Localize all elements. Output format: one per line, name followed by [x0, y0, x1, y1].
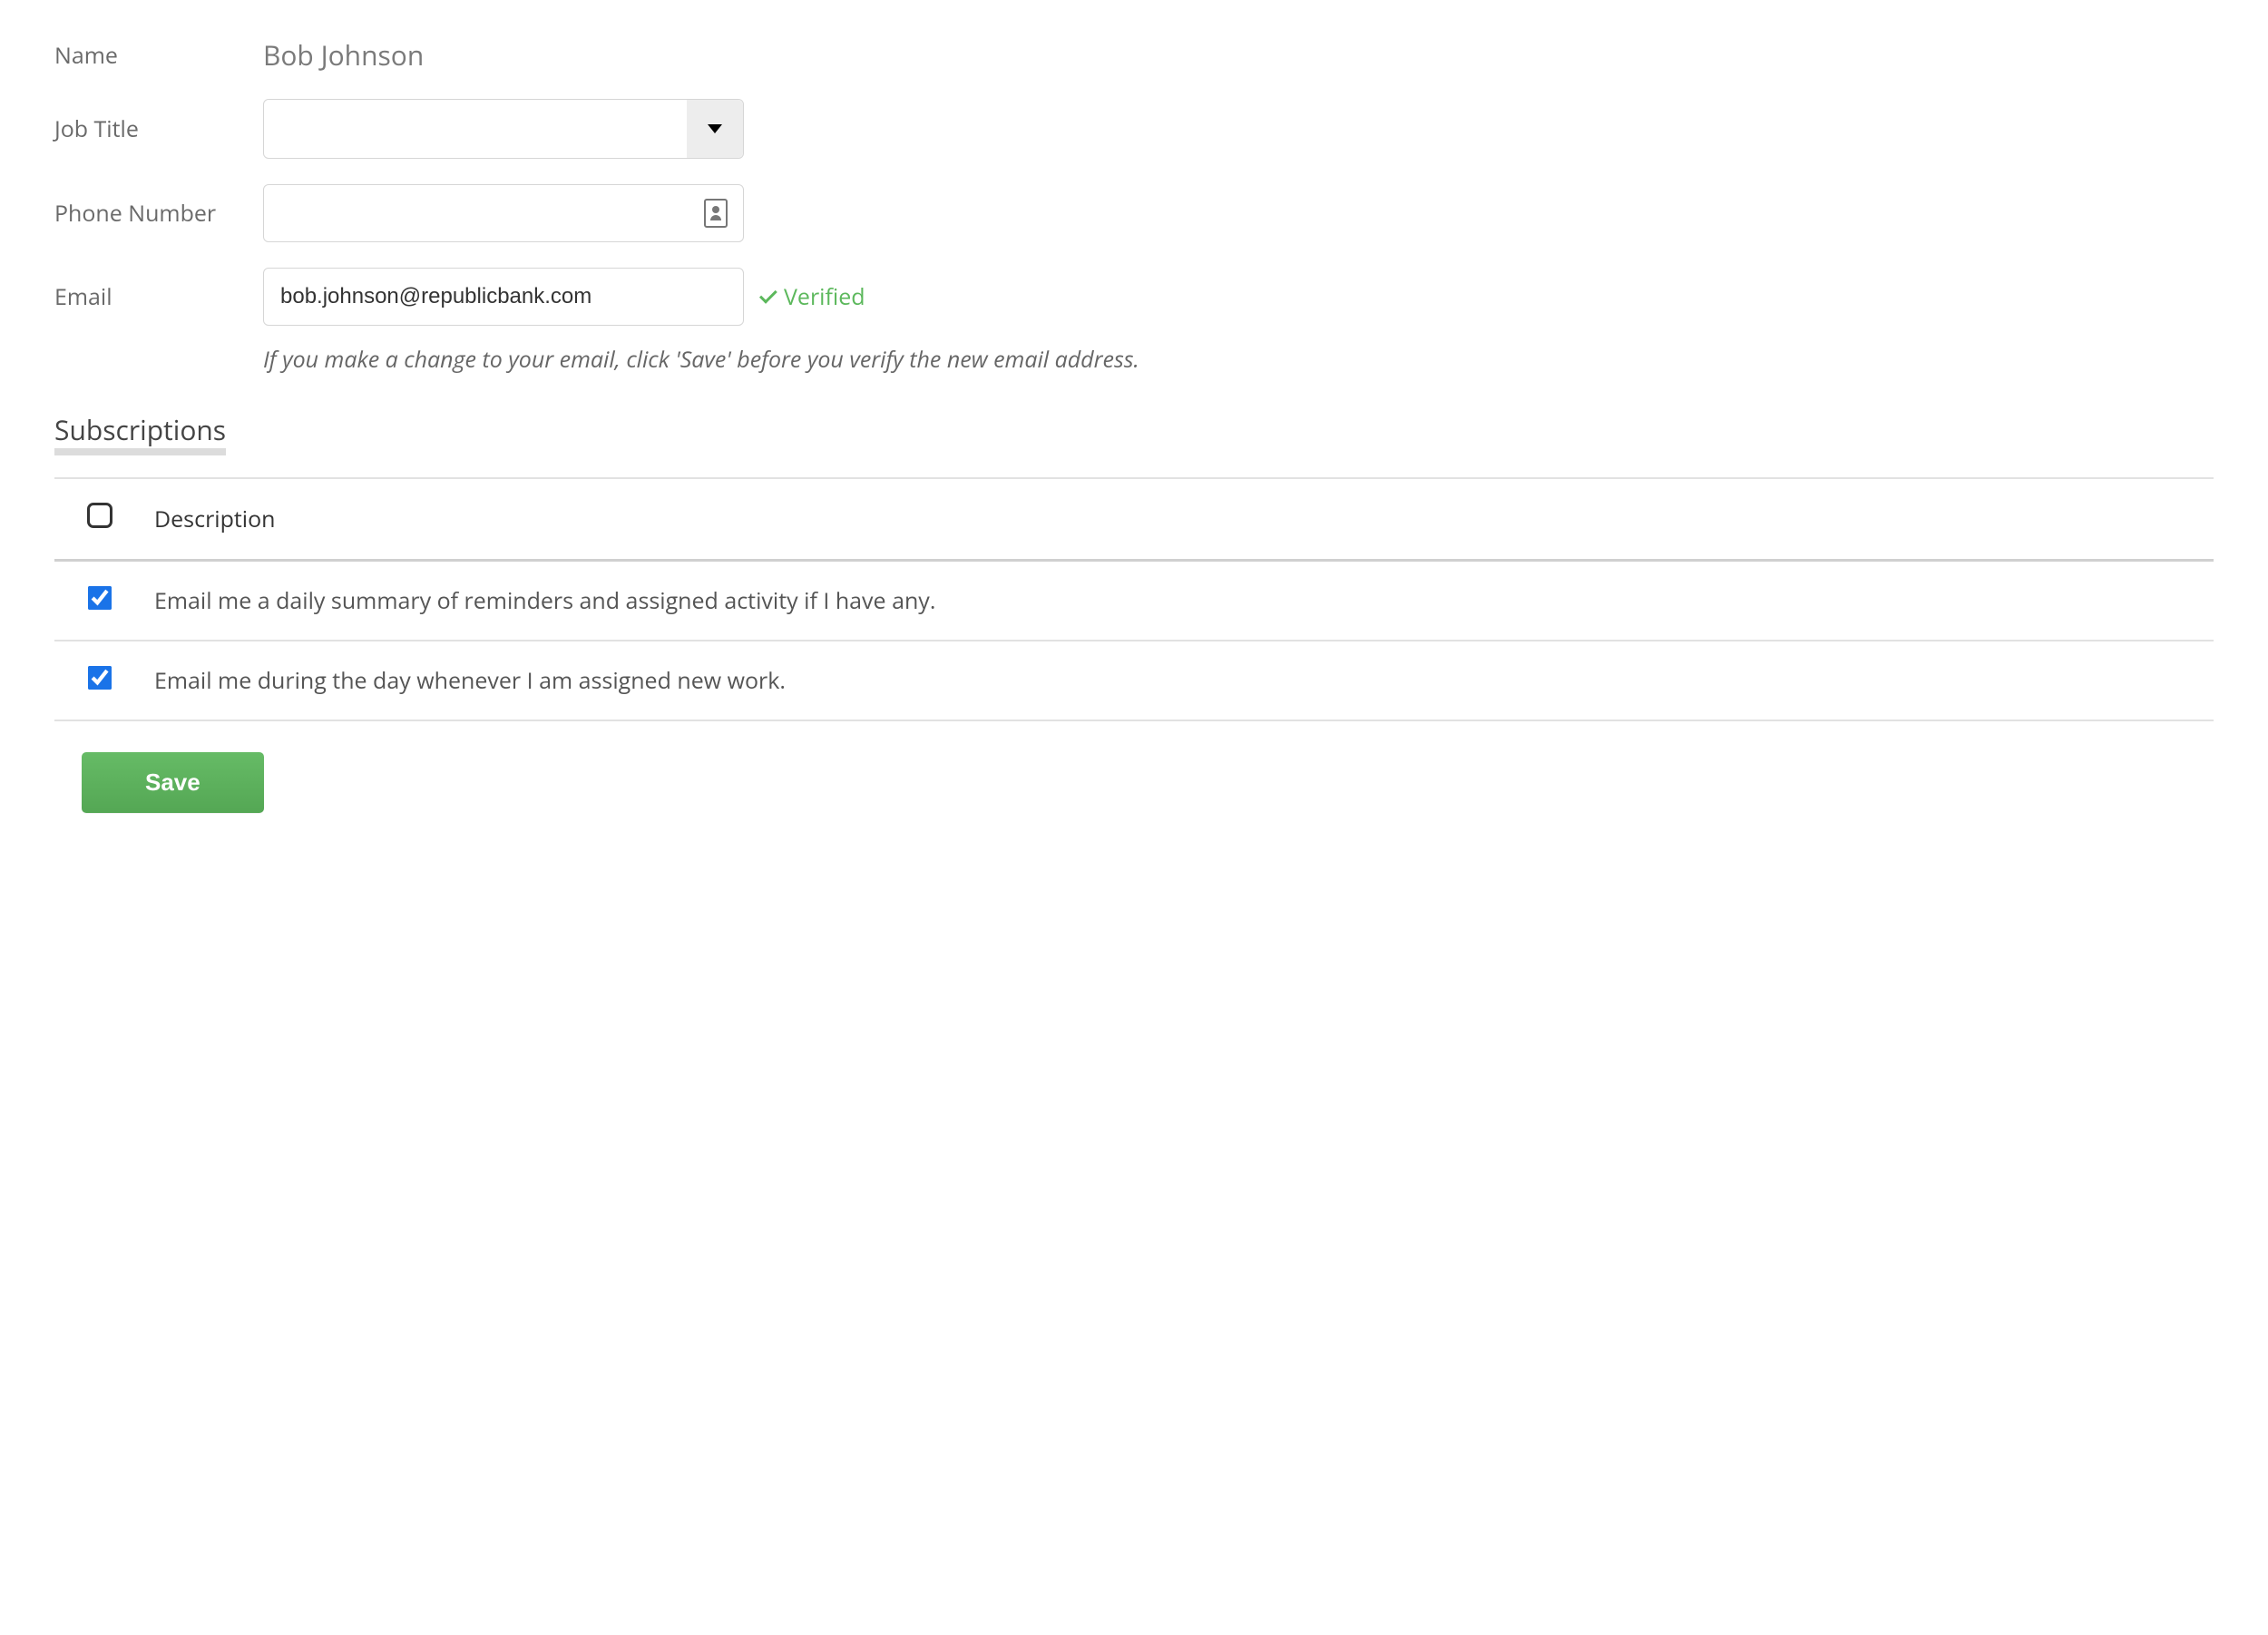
subscription-description: Email me a daily summary of reminders an…: [145, 561, 2214, 641]
subscription-checkbox[interactable]: [88, 666, 112, 690]
job-title-select-wrap: [263, 99, 744, 159]
name-row: Name Bob Johnson: [54, 36, 2214, 73]
phone-row: Phone Number: [54, 184, 2214, 242]
subscriptions-table: Description Email me a daily summary of …: [54, 477, 2214, 721]
job-title-label: Job Title: [54, 113, 263, 144]
job-title-row: Job Title: [54, 99, 2214, 159]
verified-text: Verified: [784, 281, 865, 312]
phone-label: Phone Number: [54, 198, 263, 229]
subscription-description: Email me during the day whenever I am as…: [145, 641, 2214, 720]
name-label: Name: [54, 40, 263, 71]
email-hint: If you make a change to your email, clic…: [263, 344, 2214, 375]
select-all-checkbox[interactable]: [87, 503, 112, 528]
table-row: Email me during the day whenever I am as…: [54, 641, 2214, 720]
subscriptions-title: Subscriptions: [54, 411, 226, 455]
phone-input[interactable]: [263, 184, 744, 242]
check-icon: [759, 286, 777, 304]
email-input-wrap: [263, 268, 744, 326]
save-row: Save: [54, 720, 2214, 813]
table-row: Email me a daily summary of reminders an…: [54, 561, 2214, 641]
subscription-checkbox[interactable]: [88, 586, 112, 610]
email-input[interactable]: [263, 268, 744, 326]
save-button[interactable]: Save: [82, 752, 264, 813]
description-header: Description: [145, 478, 2214, 561]
email-row: Email Verified: [54, 268, 2214, 326]
email-label: Email: [54, 281, 263, 312]
name-value: Bob Johnson: [263, 36, 424, 73]
job-title-select[interactable]: [263, 99, 744, 159]
phone-input-wrap: [263, 184, 744, 242]
verified-badge: Verified: [762, 281, 865, 312]
